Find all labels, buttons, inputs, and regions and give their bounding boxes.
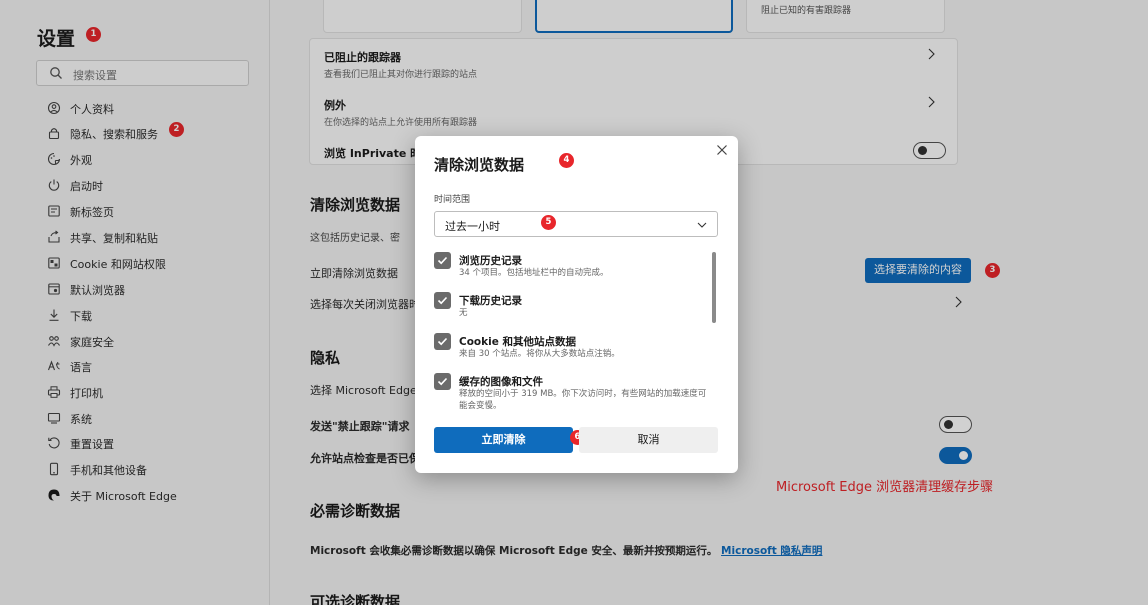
dialog-scrollbar[interactable] bbox=[712, 252, 716, 323]
option-title: 浏览历史记录 bbox=[459, 255, 522, 267]
time-range-label: 时间范围 bbox=[434, 195, 471, 205]
chevron-down-icon bbox=[697, 222, 707, 228]
step-badge-5: 5 bbox=[541, 215, 556, 230]
clear-now-button[interactable]: 立即清除 bbox=[434, 427, 573, 453]
option-title: 缓存的图像和文件 bbox=[459, 376, 543, 388]
checkbox-checked[interactable] bbox=[434, 292, 451, 309]
time-range-select[interactable]: 过去一小时 bbox=[434, 211, 718, 237]
checkbox-checked[interactable] bbox=[434, 373, 451, 390]
option-desc: 来自 30 个站点。将你从大多数站点注销。 bbox=[459, 349, 620, 359]
checkmark-icon bbox=[437, 377, 448, 386]
checkbox-checked[interactable] bbox=[434, 333, 451, 350]
time-range-value: 过去一小时 bbox=[445, 220, 500, 233]
checkmark-icon bbox=[437, 256, 448, 265]
cancel-button[interactable]: 取消 bbox=[579, 427, 718, 453]
option-desc: 释放的空间小于 319 MB。你下次访问时，有些网站的加载速度可能会变慢。 bbox=[459, 389, 707, 411]
checkmark-icon bbox=[437, 296, 448, 305]
option-desc: 无 bbox=[459, 308, 468, 318]
option-desc: 34 个项目。包括地址栏中的自动完成。 bbox=[459, 268, 609, 278]
checkbox-checked[interactable] bbox=[434, 252, 451, 269]
close-icon[interactable] bbox=[716, 144, 728, 156]
option-title: 下载历史记录 bbox=[459, 295, 522, 307]
clear-browsing-data-dialog: 清除浏览数据 4 时间范围 过去一小时 5 浏览历史记录 34 个项目。包括地址… bbox=[415, 136, 738, 473]
dialog-title: 清除浏览数据 bbox=[434, 156, 525, 174]
option-title: Cookie 和其他站点数据 bbox=[459, 336, 576, 348]
checkmark-icon bbox=[437, 337, 448, 346]
step-badge-4: 4 bbox=[559, 153, 574, 168]
